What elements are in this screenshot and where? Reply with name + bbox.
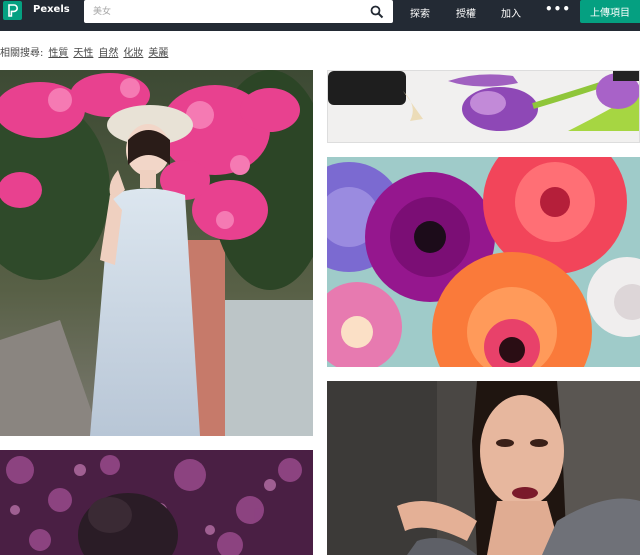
pexels-logo-icon [8, 4, 18, 17]
related-searches-label: 相關搜尋: [0, 48, 44, 59]
photo-tile-woman-makeup[interactable] [327, 381, 640, 555]
search-icon[interactable] [370, 4, 384, 19]
nav-license[interactable]: 授權 [456, 5, 476, 20]
photo-woman-bokeh-image [0, 450, 313, 555]
photo-tile-woman-bokeh[interactable] [0, 450, 313, 555]
more-menu-button[interactable]: ••• [545, 2, 571, 16]
photo-tile-tulips[interactable] [327, 70, 640, 143]
brand-name[interactable]: Pexels [33, 4, 70, 15]
related-tag-makeup[interactable]: 化妝 [123, 48, 143, 59]
photo-tulips-image [328, 71, 639, 142]
related-tag-nature[interactable]: 性質 [48, 48, 68, 59]
photo-gerberas-image [327, 157, 640, 367]
related-tag-natural[interactable]: 天性 [73, 48, 93, 59]
nav-explore[interactable]: 探索 [410, 5, 430, 20]
top-navbar: Pexels 探索 授權 加入 ••• 上傳項目 [0, 0, 640, 31]
photo-tile-gerberas[interactable] [327, 157, 640, 367]
search-bar [84, 0, 393, 23]
nav-join[interactable]: 加入 [501, 5, 521, 20]
pexels-logo[interactable] [3, 1, 22, 20]
search-input[interactable] [93, 0, 363, 23]
photo-woman-makeup-image [327, 381, 640, 555]
related-tag-beauty[interactable]: 美麗 [148, 48, 168, 59]
related-tag-nature-2[interactable]: 自然 [98, 48, 118, 59]
photo-woman-flowers-image [0, 70, 313, 436]
related-searches: 相關搜尋: 性質 天性 自然 化妝 美麗 [0, 44, 168, 59]
photo-tile-woman-flowers[interactable] [0, 70, 313, 436]
upload-button[interactable]: 上傳項目 [580, 0, 640, 23]
